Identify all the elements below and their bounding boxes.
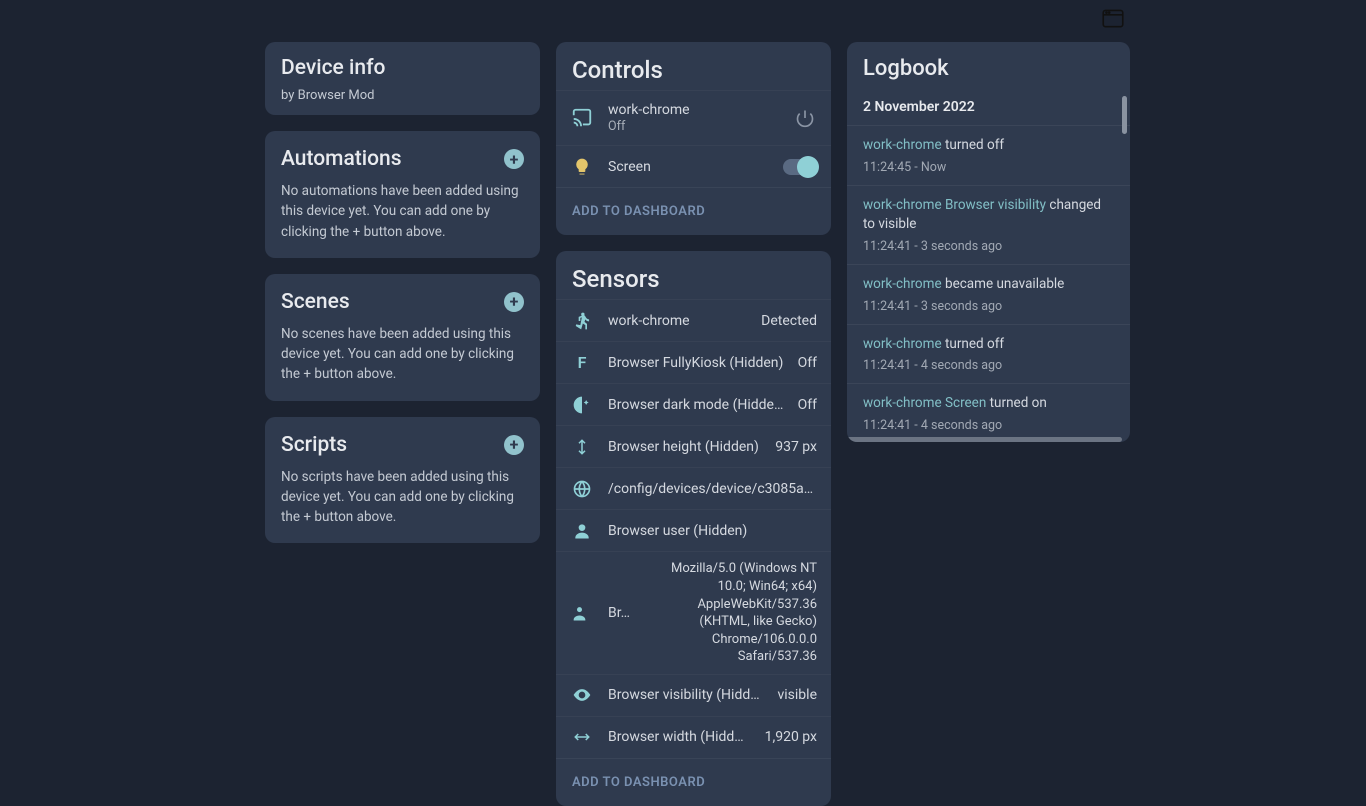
log-entry[interactable]: work-chrome Browser visibility changed t… <box>847 185 1130 264</box>
control-row-screen[interactable]: Screen <box>556 145 831 187</box>
height-icon <box>570 438 594 456</box>
motion-icon <box>570 311 594 331</box>
controls-card: Controls work-chrome Off Screen <box>556 42 831 235</box>
scrollbar-thumb[interactable] <box>1122 96 1127 134</box>
sensor-row[interactable]: F Browser FullyKiosk (Hidden) Off <box>556 341 831 383</box>
control-row-work-chrome[interactable]: work-chrome Off <box>556 90 831 145</box>
automations-empty-text: No automations have been added using thi… <box>265 181 540 258</box>
sensor-row[interactable]: Br… Mozilla/5.0 (Windows NT 10.0; Win64;… <box>556 551 831 673</box>
sensor-row[interactable]: work-chrome Detected <box>556 299 831 341</box>
log-entry[interactable]: work-chrome turned off 11:24:41 - 4 seco… <box>847 324 1130 384</box>
logbook-card: Logbook 2 November 2022 work-chrome turn… <box>847 42 1130 442</box>
width-icon <box>570 728 594 746</box>
controls-title: Controls <box>572 56 815 84</box>
bulb-icon <box>570 157 594 177</box>
device-info-subtitle: by Browser Mod <box>281 88 524 103</box>
device-info-card: Device info by Browser Mod <box>265 42 540 115</box>
sensors-title: Sensors <box>572 265 815 293</box>
add-script-button[interactable]: + <box>504 435 524 455</box>
log-entry[interactable]: work-chrome Screen turned on 11:24:41 - … <box>847 383 1130 442</box>
log-entry[interactable]: work-chrome became unavailable 11:24:41 … <box>847 264 1130 324</box>
add-scene-button[interactable]: + <box>504 292 524 312</box>
sensor-row[interactable]: /config/devices/device/c3085a0c7861 <box>556 467 831 509</box>
sensor-row[interactable]: Browser user (Hidden) <box>556 509 831 551</box>
user-icon <box>570 521 594 541</box>
control-screen-label: Screen <box>608 159 769 175</box>
browser-icon <box>1100 5 1128 33</box>
sensor-row[interactable]: Browser visibility (Hidden) visible <box>556 674 831 716</box>
scenes-title: Scenes <box>281 290 350 314</box>
scenes-empty-text: No scenes have been added using this dev… <box>265 324 540 401</box>
scenes-card: Scenes + No scenes have been added using… <box>265 274 540 401</box>
scripts-empty-text: No scripts have been added using this de… <box>265 467 540 544</box>
sensor-row[interactable]: Browser dark mode (Hidden) Off <box>556 383 831 425</box>
control-name: work-chrome <box>608 101 779 119</box>
log-entry[interactable]: work-chrome turned off 11:24:45 - Now <box>847 125 1130 185</box>
globe-icon <box>570 479 594 499</box>
controls-add-dashboard[interactable]: ADD TO DASHBOARD <box>556 187 831 235</box>
scrollbar-horizontal[interactable] <box>847 437 1122 442</box>
sensors-add-dashboard[interactable]: ADD TO DASHBOARD <box>556 758 831 806</box>
dark-mode-icon <box>570 395 594 415</box>
sensor-row[interactable]: Browser height (Hidden) 937 px <box>556 425 831 467</box>
add-automation-button[interactable]: + <box>504 149 524 169</box>
control-state: Off <box>608 119 779 135</box>
cast-icon <box>570 107 594 129</box>
device-info-title: Device info <box>281 56 524 80</box>
scripts-title: Scripts <box>281 433 347 457</box>
automations-card: Automations + No automations have been a… <box>265 131 540 258</box>
logbook-title: Logbook <box>863 56 1114 81</box>
eye-icon <box>570 685 594 705</box>
letter-f-icon: F <box>570 353 594 372</box>
automations-title: Automations <box>281 147 402 171</box>
scripts-card: Scripts + No scripts have been added usi… <box>265 417 540 544</box>
sensors-card: Sensors work-chrome Detected F Browser F… <box>556 251 831 805</box>
screen-toggle[interactable] <box>783 159 817 175</box>
power-button[interactable] <box>793 106 817 130</box>
user-agent-icon <box>570 603 594 623</box>
sensor-row[interactable]: Browser width (Hidden) 1,920 px <box>556 716 831 758</box>
logbook-date: 2 November 2022 <box>847 85 1130 125</box>
